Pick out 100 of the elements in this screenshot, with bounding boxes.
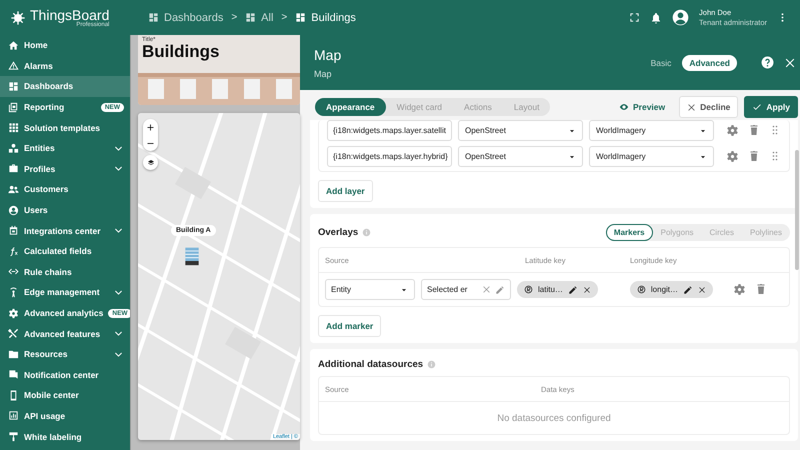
- gear-icon: [726, 150, 739, 163]
- close-icon: [687, 102, 696, 112]
- sidebar-label: Users: [24, 205, 49, 216]
- sidebar-label: Alarms: [24, 60, 54, 71]
- gear-icon: [733, 283, 746, 296]
- layer-select[interactable]: WorldImagery: [589, 120, 714, 141]
- layers-icon: [146, 158, 154, 166]
- sidebar-item[interactable]: Rule chains: [0, 262, 130, 282]
- pencil-icon: [568, 284, 578, 294]
- eye-icon: [618, 102, 629, 112]
- sidebar-item[interactable]: Solution templates: [0, 117, 130, 138]
- section-title: Overlays: [318, 227, 358, 238]
- breadcrumb-link[interactable]: Dashboards: [148, 12, 224, 24]
- message-icon: [8, 369, 19, 380]
- sidebar-item[interactable]: Users: [0, 200, 130, 220]
- sidebar-item[interactable]: Entities: [0, 138, 130, 159]
- section-title: Additional datasources: [318, 359, 424, 370]
- sidebar-item[interactable]: Alarms: [0, 56, 130, 76]
- mode-toggle[interactable]: Basic: [644, 54, 678, 70]
- remove-icon: [582, 286, 591, 294]
- provider-select[interactable]: OpenStreet: [458, 120, 583, 141]
- help-icon: [761, 56, 774, 69]
- layer-label-field[interactable]: {i18n:widgets.maps.layer.hybrid}: [327, 146, 452, 167]
- folder-icon: [8, 348, 19, 360]
- pencil-icon: [683, 284, 694, 294]
- sidebar-item[interactable]: Dashboards: [0, 76, 130, 97]
- layer-select[interactable]: WorldImagery: [589, 146, 714, 167]
- dialog-subtitle: Map: [314, 68, 333, 78]
- pencil-icon: [495, 284, 505, 294]
- sidebar-item[interactable]: Advanced features: [0, 323, 130, 344]
- info-icon: [362, 228, 372, 237]
- sidebar-item[interactable]: Home: [0, 35, 130, 56]
- sidebar-label: Rule chains: [24, 266, 73, 277]
- overlay-type-toggle[interactable]: Markers: [606, 224, 653, 241]
- clear-icon: [482, 285, 491, 294]
- bell-icon: [650, 12, 662, 24]
- sidebar-label: Integrations center: [24, 226, 102, 236]
- circle-r-icon: [636, 285, 646, 294]
- empty-message: No datasources configured: [496, 412, 612, 426]
- avatar-icon: [672, 9, 690, 26]
- sidebar-item[interactable]: Customers: [0, 179, 130, 200]
- sidebar-label: Entities: [24, 143, 56, 154]
- preview-button[interactable]: Preview: [610, 96, 674, 118]
- sidebar-label: Advanced analytics: [24, 308, 104, 318]
- sidebar-label: Dashboards: [24, 81, 74, 92]
- sidebar-item[interactable]: Notification center: [0, 364, 130, 386]
- sidebar-label: Notification center: [24, 370, 100, 380]
- chart-icon: [8, 410, 19, 422]
- grid-icon: [8, 122, 19, 134]
- sidebar-item[interactable]: Edge management: [0, 282, 130, 303]
- sidebar-label: Mobile center: [24, 390, 80, 400]
- tools-icon: [8, 328, 19, 340]
- user-icon: [8, 204, 19, 216]
- report-icon: [8, 102, 19, 113]
- dashboard-icon: [295, 12, 306, 23]
- close-icon: [784, 56, 796, 68]
- shapes-icon: [8, 142, 19, 154]
- decline-button[interactable]: Decline: [679, 96, 738, 118]
- sidebar-label: Home: [24, 40, 49, 50]
- sidebar-item[interactable]: Calculated fields: [0, 240, 130, 262]
- sidebar-label: Resources: [24, 349, 68, 360]
- provider-select[interactable]: OpenStreet: [458, 146, 583, 167]
- breadcrumb-item[interactable]: Buildings: [295, 12, 356, 24]
- briefcase-icon: [8, 163, 19, 174]
- warning-icon: [8, 60, 19, 72]
- layer-label-field[interactable]: {i18n:widgets.maps.layer.satellit: [327, 120, 452, 141]
- antenna-icon: [8, 286, 19, 298]
- sidebar-label: Advanced features: [24, 328, 102, 339]
- sidebar-label: White labeling: [24, 432, 83, 442]
- longitude-key-chip[interactable]: longit…: [630, 281, 714, 298]
- phone-icon: [8, 390, 19, 401]
- function-icon: [8, 246, 19, 257]
- brush-icon: [8, 431, 19, 442]
- breadcrumb-separator: >: [281, 12, 288, 23]
- sidebar-item[interactable]: Integrations center: [0, 220, 130, 241]
- sidebar-item[interactable]: API usage: [0, 406, 130, 426]
- entity-field[interactable]: Selected er: [421, 279, 511, 300]
- dashboard-title: Buildings: [142, 43, 220, 62]
- sidebar-item[interactable]: Mobile center: [0, 385, 130, 406]
- mode-toggle[interactable]: Advanced: [682, 54, 737, 70]
- people-icon: [8, 184, 19, 195]
- sidebar-item[interactable]: Resources: [0, 344, 130, 364]
- dashboard-icon: [148, 12, 159, 23]
- source-type-select[interactable]: Entity: [325, 279, 415, 300]
- trash-icon: [748, 124, 760, 136]
- sidebar-label: Calculated fields: [24, 246, 93, 256]
- sidebar-item[interactable]: Profiles: [0, 158, 130, 180]
- add-layer-button[interactable]: Add layer: [318, 180, 373, 202]
- apply-button[interactable]: Apply: [744, 96, 798, 118]
- add-marker-button[interactable]: Add marker: [318, 315, 382, 337]
- sidebar-item[interactable]: White labeling: [0, 426, 130, 447]
- logo-icon: [10, 10, 26, 26]
- latitude-key-chip[interactable]: latitu…: [517, 281, 598, 298]
- gear-icon: [8, 308, 19, 319]
- info-icon: [427, 360, 436, 369]
- breadcrumb-link[interactable]: All: [245, 12, 274, 24]
- sidebar-label: Reporting: [24, 102, 66, 112]
- trash-icon: [755, 283, 768, 295]
- tab[interactable]: Appearance: [315, 98, 386, 116]
- trash-icon: [748, 150, 760, 162]
